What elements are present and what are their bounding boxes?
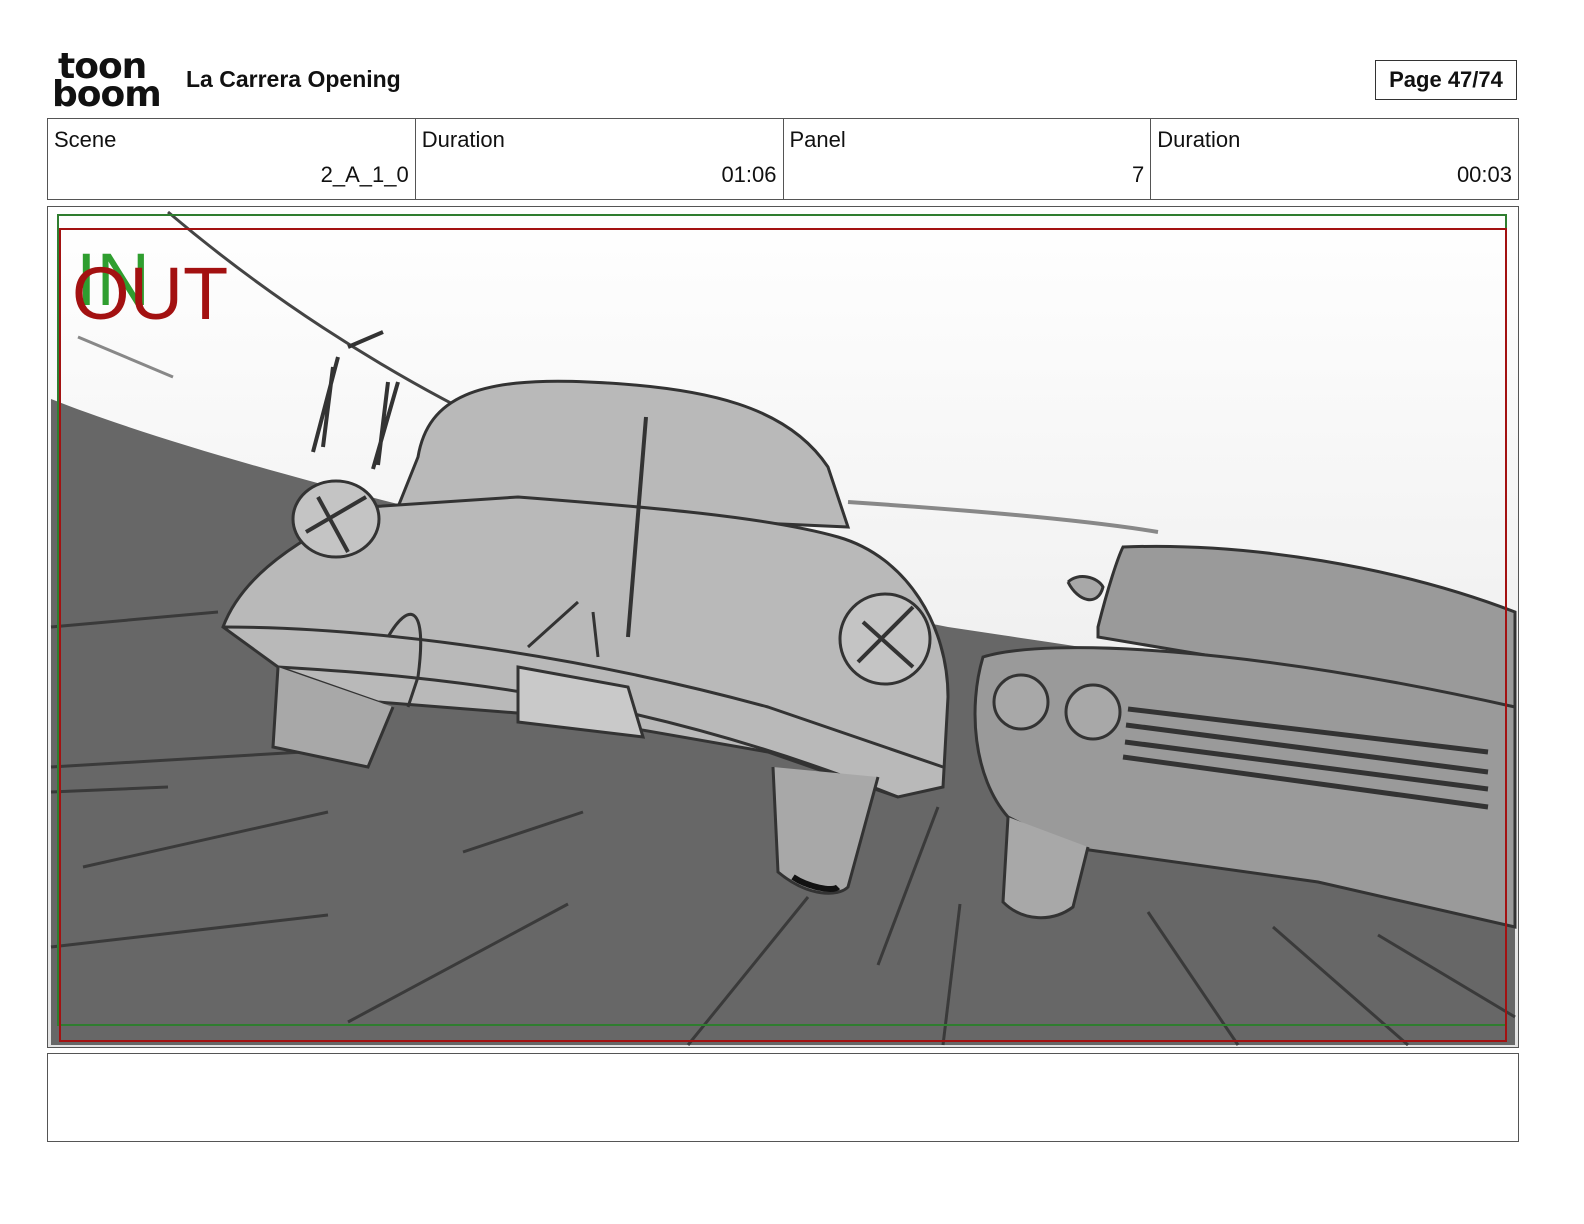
scene-cell: Scene 2_A_1_0 [48,119,416,199]
caption-box [47,1053,1519,1142]
scene-duration-value: 01:06 [721,162,777,187]
scene-duration-label: Duration [421,127,505,152]
page-number: Page 47/74 [1389,67,1503,92]
panel-label: Panel [789,127,846,152]
toonboom-logo: toon boom [52,49,164,115]
scene-info-table: Scene 2_A_1_0 Duration 01:06 Panel 7 Dur… [47,118,1519,200]
panel-cell: Panel 7 [784,119,1152,199]
page-indicator: Page 47/74 [1375,60,1517,100]
storyboard-panel: IN OUT [47,206,1519,1048]
panel-value: 7 [1132,162,1145,187]
panel-duration-label: Duration [1157,127,1241,152]
scene-value: 2_A_1_0 [320,162,409,187]
scene-duration-cell: Duration 01:06 [416,119,784,199]
document-title: La Carrera Opening [186,66,401,92]
panel-duration-cell: Duration 00:03 [1151,119,1518,199]
panel-sketch: IN OUT [48,207,1518,1047]
out-marker: OUT [72,252,228,335]
logo-line2: boom [52,74,162,115]
scene-label: Scene [54,127,117,152]
panel-duration-value: 00:03 [1456,162,1512,187]
